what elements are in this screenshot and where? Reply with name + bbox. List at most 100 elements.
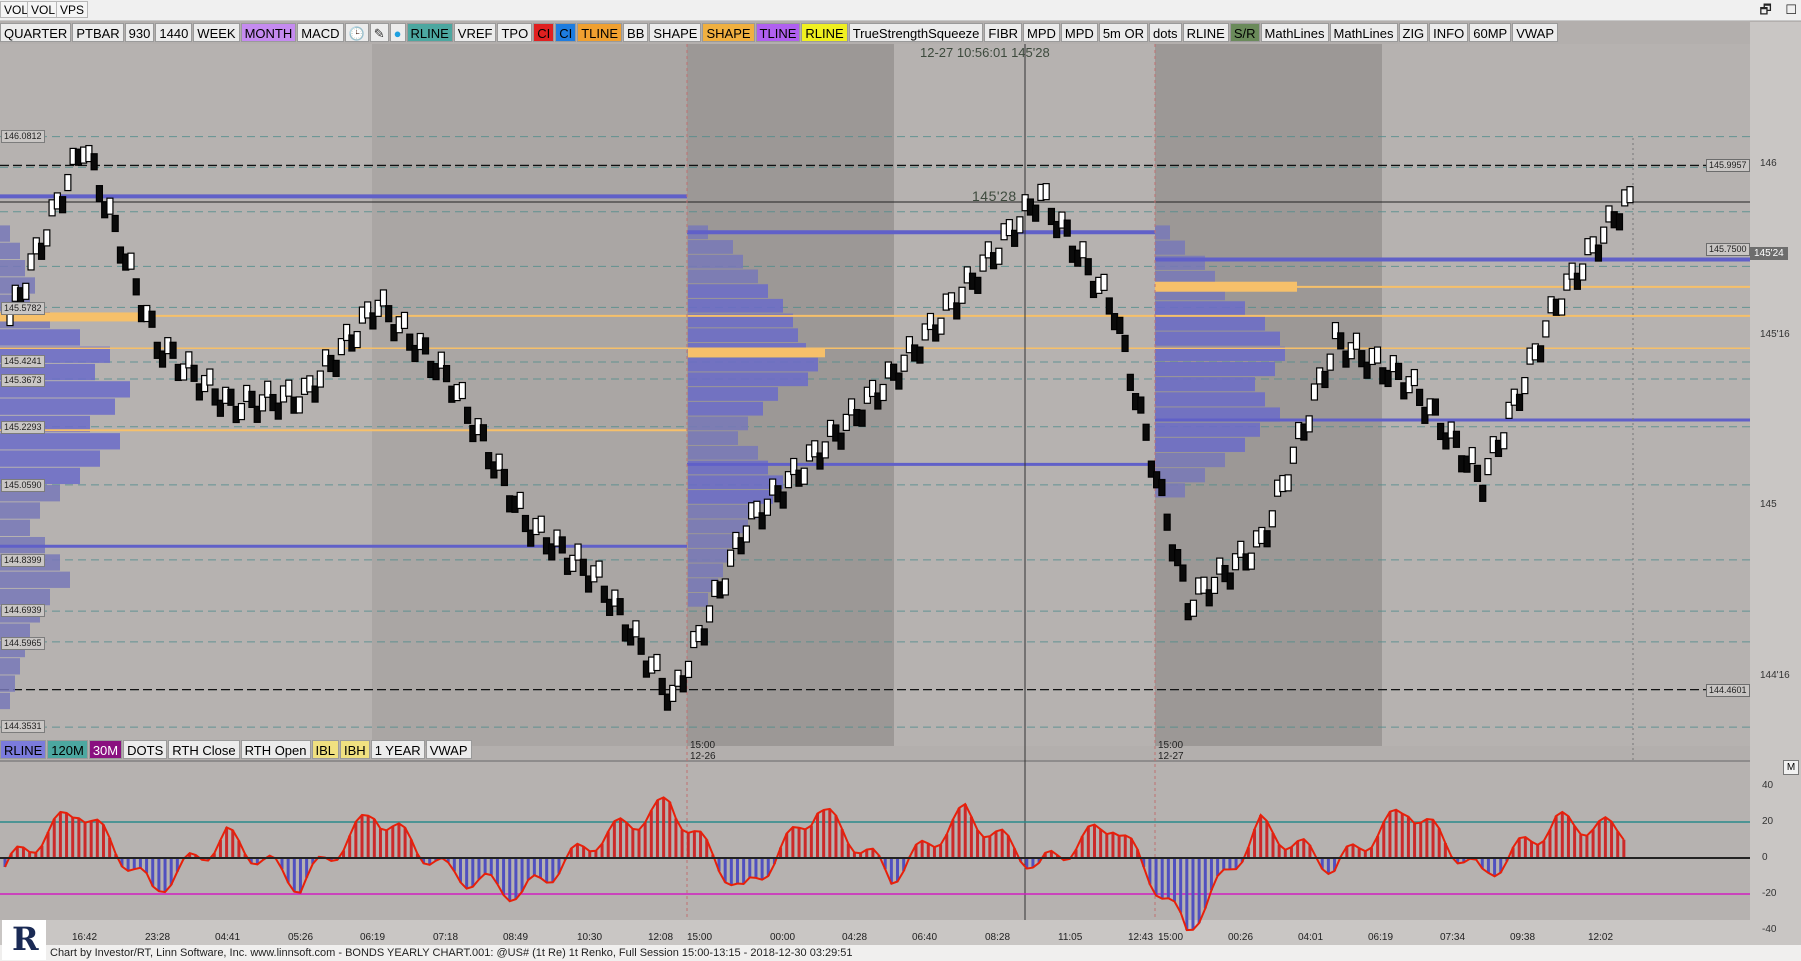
profile-day-1-bar-1: [0, 242, 20, 260]
renko-brick: [916, 346, 924, 364]
toolbar-button-9[interactable]: ●: [389, 23, 406, 42]
time-axis-tick-14: 11:05: [1058, 932, 1083, 943]
renko-brick: [1126, 373, 1134, 391]
toolbar-button-11[interactable]: VREF: [453, 23, 497, 42]
toolbar-button-29[interactable]: MathLines: [1260, 23, 1329, 42]
profile-day-3-bar-10: [1155, 377, 1255, 392]
toolbar-button-8[interactable]: ✎: [369, 23, 389, 42]
renko-brick: [1137, 396, 1145, 414]
profile-day-1-bar-10: [0, 398, 115, 415]
bottom-toolbar-button-8[interactable]: 1 YEAR: [370, 740, 425, 759]
toolbar-button-6[interactable]: MACD: [297, 23, 344, 42]
toolbar-button-3[interactable]: 1440: [155, 23, 193, 42]
renko-brick: [1321, 370, 1329, 389]
profile-day-2-bar-3: [688, 269, 758, 284]
toolbar-button-31[interactable]: ZIG: [1398, 23, 1429, 42]
profile-day-3-bar-15: [1155, 452, 1225, 468]
osc-axis-tick-4: -40: [1762, 924, 1777, 935]
renko-brick: [1226, 572, 1234, 590]
renko-brick: [595, 560, 603, 578]
linnsoft-logo: R: [2, 920, 46, 960]
toolbar-button-25[interactable]: 5m OR: [1098, 23, 1148, 42]
renko-brick: [1484, 458, 1492, 476]
toolbar-button-15[interactable]: TLINE: [577, 23, 623, 42]
toolbar-button-21[interactable]: TrueStrengthSqueeze: [848, 23, 984, 42]
renko-brick: [1515, 393, 1524, 411]
bottom-toolbar-button-2[interactable]: 30M: [88, 740, 123, 759]
toolbar-button-2[interactable]: 930: [124, 23, 155, 42]
bottom-toolbar-button-9[interactable]: VWAP: [425, 740, 472, 759]
chart-canvas: [0, 22, 1801, 945]
renko-brick: [953, 302, 961, 320]
renko-brick: [658, 677, 666, 696]
toolbar-button-10[interactable]: RLINE: [406, 23, 453, 42]
toolbar-button-7[interactable]: 🕒: [344, 23, 369, 42]
profile-day-1-bar-12: [0, 433, 120, 450]
bottom-toolbar-button-7[interactable]: IBH: [340, 740, 370, 759]
renko-brick: [1479, 484, 1487, 502]
time-axis-tick-22: 12:02: [1588, 932, 1614, 943]
toolbar-button-17[interactable]: SHAPE: [649, 23, 702, 42]
toolbar-button-14[interactable]: CI: [555, 23, 577, 42]
toolbar-button-22[interactable]: FIBR: [984, 23, 1023, 42]
bottom-toolbar-button-6[interactable]: IBL: [311, 740, 340, 759]
renko-brick: [311, 385, 319, 403]
renko-brick: [64, 173, 72, 192]
toolbar-button-1[interactable]: PTBAR: [72, 23, 124, 42]
renko-brick: [442, 365, 451, 383]
renko-brick: [190, 364, 198, 382]
toolbar-button-26[interactable]: dots: [1148, 23, 1182, 42]
session-time-label-1: 15:00: [1158, 740, 1184, 751]
toolbar-button-12[interactable]: TPO: [497, 23, 533, 42]
renko-brick: [479, 424, 487, 442]
renko-brick: [1473, 464, 1482, 482]
time-axis-tick-7: 10:30: [577, 932, 603, 943]
toolbar-button-30[interactable]: MathLines: [1329, 23, 1398, 42]
renko-brick: [837, 432, 845, 450]
bottom-toolbar-button-0[interactable]: RLINE: [0, 740, 47, 759]
renko-brick: [1105, 297, 1113, 315]
profile-day-2-bar-13: [688, 416, 748, 431]
toolbar-button-34[interactable]: VWAP: [1512, 23, 1559, 42]
session-date-label-0: 12-26: [690, 751, 716, 762]
renko-brick: [679, 675, 687, 693]
profile-day-1-bar-26: [0, 675, 15, 692]
toolbar-button-4[interactable]: WEEK: [193, 23, 240, 42]
left-level-label-7: 144.6939: [1, 603, 45, 617]
bottom-toolbar-button-3[interactable]: DOTS: [123, 740, 168, 759]
toolbar-button-23[interactable]: MPD: [1023, 23, 1060, 42]
toolbar-button-19[interactable]: TLINE: [755, 23, 801, 42]
time-axis-tick-17: 00:26: [1228, 932, 1254, 943]
toolbar-button-33[interactable]: 60MP: [1469, 23, 1512, 42]
toolbar-button-20[interactable]: RLINE: [801, 23, 848, 42]
renko-brick: [1247, 552, 1255, 570]
oscillator-panel-button[interactable]: M: [1783, 760, 1799, 775]
toolbar-button-0[interactable]: QUARTER: [0, 23, 72, 42]
renko-brick: [937, 317, 945, 335]
renko-brick: [1410, 368, 1418, 387]
renko-brick: [1600, 226, 1608, 244]
renko-brick: [332, 359, 340, 377]
toolbar-button-24[interactable]: MPD: [1060, 23, 1098, 42]
profile-day-3-bar-11: [1155, 392, 1265, 407]
renko-brick: [579, 558, 587, 576]
toolbar-button-27[interactable]: RLINE: [1182, 23, 1229, 42]
bottom-toolbar-button-1[interactable]: 120M: [47, 740, 88, 759]
session-time-label-0: 15:00: [690, 740, 716, 751]
toolbar-button-5[interactable]: MONTH: [240, 23, 297, 42]
toolbar-button-16[interactable]: BB: [623, 23, 649, 42]
bottom-toolbar-button-5[interactable]: RTH Open: [240, 740, 311, 759]
toolbar-button-13[interactable]: CI: [533, 23, 555, 42]
current-price-marker: 145'24: [1750, 247, 1788, 260]
time-axis-tick-0: 16:42: [72, 932, 98, 943]
bottom-toolbar-button-4[interactable]: RTH Close: [168, 740, 240, 759]
time-axis-tick-13: 08:28: [985, 932, 1011, 943]
toolbar-button-32[interactable]: INFO: [1429, 23, 1469, 42]
time-axis-tick-4: 06:19: [360, 932, 386, 943]
toolbar-button-18[interactable]: SHAPE: [702, 23, 755, 42]
renko-brick: [1384, 369, 1392, 388]
toolbar-button-28[interactable]: S/R: [1229, 23, 1260, 42]
profile-day-3-bar-0: [1155, 225, 1170, 240]
renko-brick: [574, 543, 582, 561]
renko-brick: [684, 660, 693, 679]
